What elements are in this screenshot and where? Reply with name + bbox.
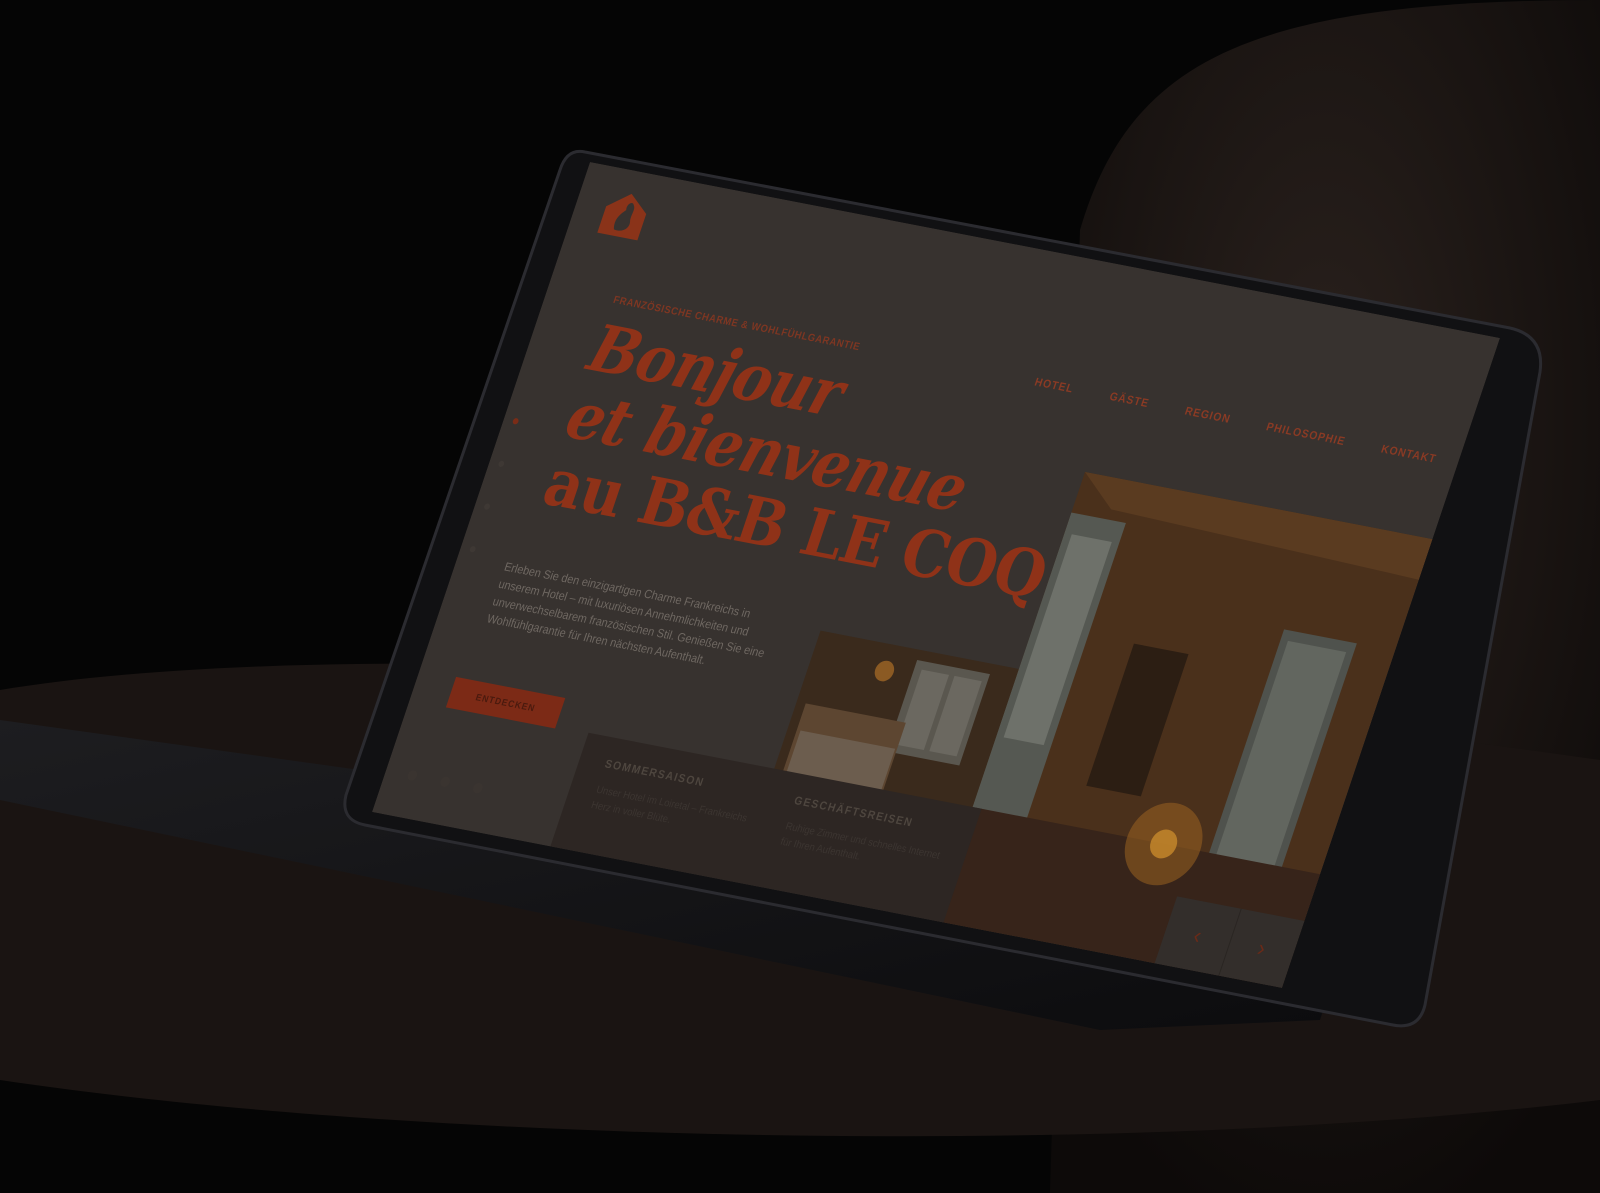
business-travel-card[interactable]: GESCHÄFTSREISEN Ruhige Zimmer und schnel… [778,795,960,882]
slide-dot[interactable] [483,502,491,511]
facebook-icon[interactable] [406,769,419,782]
discover-button[interactable]: ENTDECKEN [445,676,566,729]
nav-item-gaeste[interactable]: GÄSTE [1108,391,1151,411]
social-links [406,769,485,795]
instagram-icon[interactable] [438,775,452,788]
nav-item-region[interactable]: REGION [1183,405,1232,426]
slide-dot-active[interactable] [511,417,520,425]
nav-item-philosophie[interactable]: PHILOSOPHIE [1264,421,1347,448]
rooster-house-logo-icon[interactable] [593,185,657,243]
home-icon[interactable] [471,782,485,795]
nav-item-kontakt[interactable]: KONTAKT [1379,443,1438,466]
hero-headline: Bonjour et bienvenue au B&B LE COQ [535,310,1100,614]
nav-item-hotel[interactable]: HOTEL [1033,376,1076,396]
slide-dot[interactable] [497,460,506,468]
slide-dot[interactable] [468,545,477,553]
summer-season-card[interactable]: SOMMERSAISON Unser Hotel im Loiretal – F… [589,758,771,845]
intro-text: Erleben Sie den einzigartigen Charme Fra… [485,561,767,668]
